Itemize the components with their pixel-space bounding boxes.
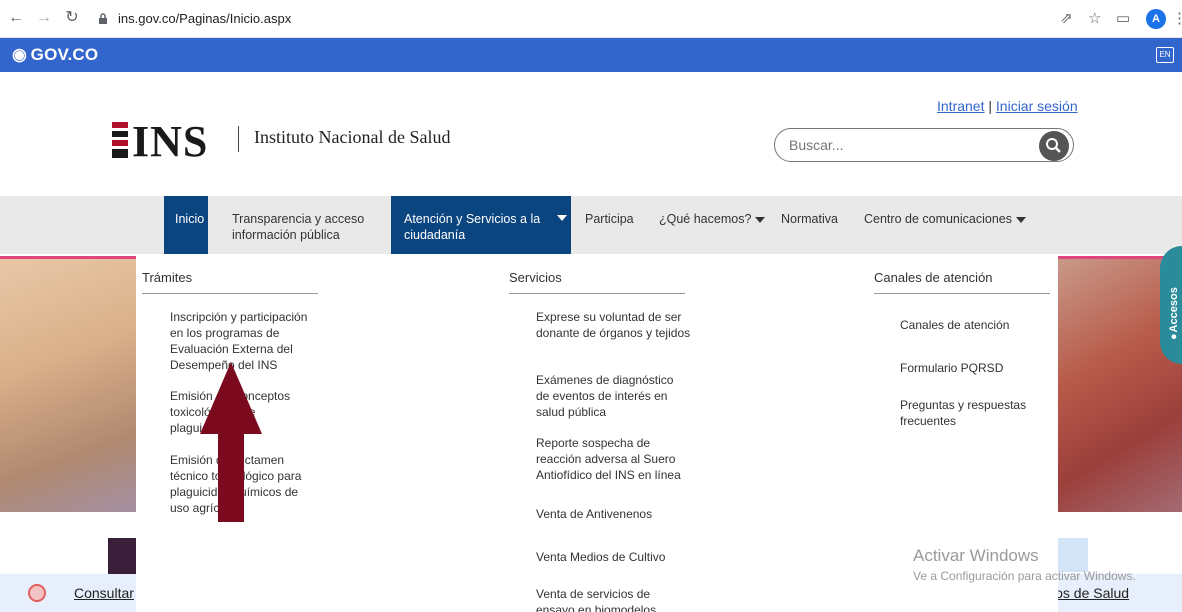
search-button[interactable] (1039, 131, 1069, 161)
govco-shield-icon: ◉ (12, 45, 31, 64)
banner-fragment-right (1058, 538, 1088, 572)
nav-item-comunicaciones[interactable]: Centro de comunicaciones (864, 196, 1026, 254)
canal-link[interactable]: Formulario PQRSD (900, 360, 1050, 376)
chevron-down-icon (755, 216, 766, 223)
nav-item-inicio[interactable]: Inicio (164, 196, 208, 254)
bookmark-star-icon[interactable]: ☆ (1088, 9, 1101, 27)
forward-icon[interactable]: → (34, 8, 54, 28)
chevron-down-icon (557, 215, 567, 221)
menu-dots-icon[interactable]: ⋮ (1172, 9, 1182, 27)
top-links: Intranet | Iniciar sesión (937, 98, 1078, 114)
side-panel-icon[interactable]: ▭ (1116, 9, 1130, 27)
canal-link[interactable]: Canales de atención (900, 317, 1050, 333)
logo-text: INS (132, 117, 209, 166)
login-link[interactable]: Iniciar sesión (996, 98, 1078, 114)
annotation-arrow-icon (200, 362, 262, 522)
lock-icon (99, 13, 107, 24)
share-icon[interactable]: ⇗ (1060, 9, 1073, 27)
servicios-title: Servicios (509, 270, 685, 294)
windows-watermark-subtitle: Ve a Configuración para activar Windows. (913, 569, 1136, 583)
consultar-link[interactable]: Consultar (74, 585, 134, 601)
servicio-link[interactable]: Venta Medios de Cultivo (536, 549, 686, 565)
nav-item-que-hacemos[interactable]: ¿Qué hacemos? (659, 196, 766, 254)
browser-toolbar: ← → ↻ ins.gov.co/Paginas/Inicio.aspx ⇗ ☆… (0, 0, 1182, 38)
accesos-label: ● Accesos (1168, 287, 1180, 340)
windows-watermark-title: Activar Windows (913, 546, 1039, 565)
servicio-link[interactable]: Venta de servicios de ensayo en biomodel… (536, 586, 676, 612)
tramites-title: Trámites (142, 270, 318, 294)
book-icon (28, 584, 46, 602)
url-text: ins.gov.co/Paginas/Inicio.aspx (118, 11, 292, 26)
language-en-button[interactable]: EN (1156, 47, 1174, 63)
chevron-down-icon (1016, 216, 1026, 223)
search-box (774, 128, 1074, 162)
servicio-link[interactable]: Exámenes de diagnóstico de eventos de in… (536, 372, 686, 420)
reload-icon[interactable]: ↻ (62, 8, 82, 28)
nav-item-atencion[interactable]: Atención y Servicios a la ciudadanía (391, 196, 571, 254)
back-icon[interactable]: ← (6, 8, 26, 28)
links-separator: | (988, 98, 993, 114)
servicio-link[interactable]: Reporte sospecha de reacción adversa al … (536, 435, 686, 483)
servicio-link[interactable]: Exprese su voluntad de ser donante de ór… (536, 309, 696, 341)
nav-item-normativa[interactable]: Normativa (781, 196, 838, 254)
intranet-link[interactable]: Intranet (937, 98, 984, 114)
servicios-salud-link[interactable]: ios de Salud (1052, 585, 1129, 601)
canal-link[interactable]: Preguntas y respuestas frecuentes (900, 397, 1050, 429)
servicio-link[interactable]: Venta de Antivenenos (536, 506, 686, 522)
main-nav: Inicio Transparencia y acceso informació… (0, 196, 1182, 254)
search-input[interactable] (789, 137, 1009, 153)
canales-title: Canales de atención (874, 270, 1050, 294)
banner-fragment (108, 538, 136, 574)
nav-item-transparencia[interactable]: Transparencia y acceso información públi… (232, 196, 372, 254)
address-bar[interactable]: ins.gov.co/Paginas/Inicio.aspx (96, 6, 436, 32)
search-icon (1046, 138, 1061, 153)
govco-bar: ◉ GOV.CO EN (0, 38, 1182, 72)
ins-logo-mark-icon (112, 122, 128, 158)
logo-divider (238, 126, 239, 152)
profile-avatar[interactable]: A (1146, 9, 1166, 29)
institute-name: Instituto Nacional de Salud (254, 127, 451, 147)
govco-logo[interactable]: ◉ GOV.CO (12, 45, 98, 65)
hero-image-left (0, 256, 136, 512)
nav-item-participa[interactable]: Participa (585, 196, 634, 254)
info-icon: ● (1168, 332, 1180, 340)
